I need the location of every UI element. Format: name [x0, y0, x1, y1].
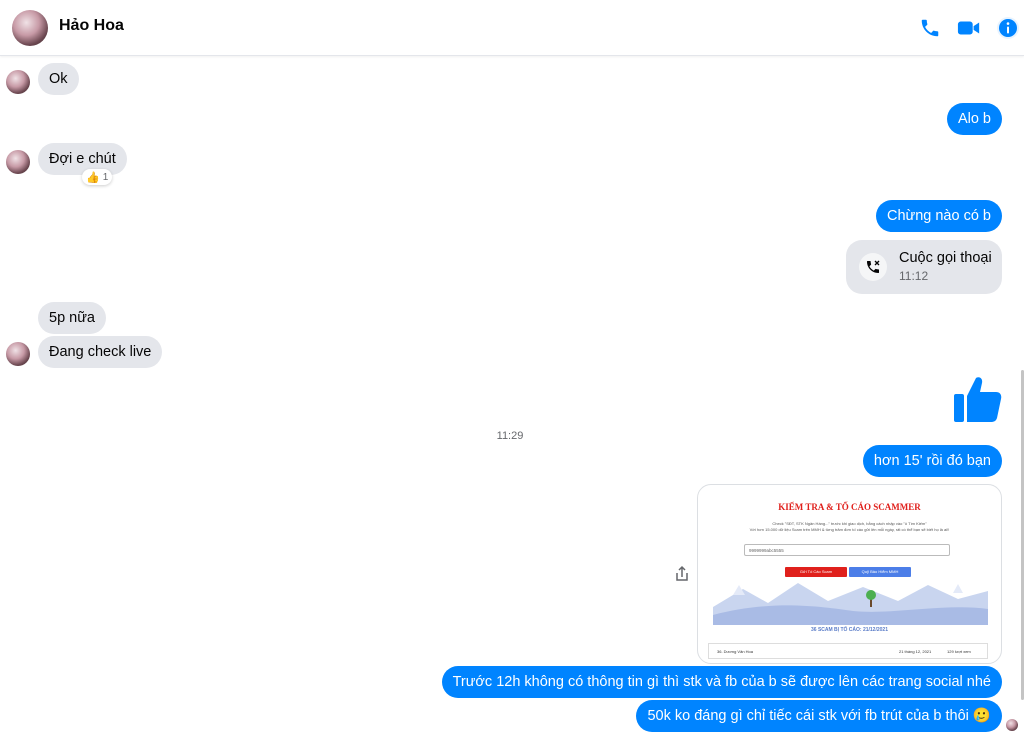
incoming-message[interactable]: Đợi e chút [38, 143, 127, 175]
image-subtitle: Check "SĐT, STK Ngân Hàng..." trước khi … [749, 521, 950, 532]
sender-avatar[interactable] [6, 70, 30, 94]
image-title: KIỂM TRA & TỐ CÁO SCAMMER [778, 502, 921, 512]
share-icon[interactable] [673, 565, 691, 583]
outgoing-message[interactable]: Alo b [946, 103, 1002, 135]
image-scam-count: 36 SCAM BỊ TỐ CÁO: 21/12/2021 [811, 627, 888, 633]
outgoing-message[interactable]: Trước 12h không có thông tin gì thì stk … [441, 666, 1002, 698]
missed-call-icon [859, 253, 887, 281]
call-log-card[interactable]: Cuộc gọi thoại 11:12 [846, 240, 1002, 294]
timestamp-divider: 11:29 [496, 430, 524, 442]
image-search-box: 9999999abc5555 [744, 544, 950, 556]
landscape-illustration [713, 583, 988, 625]
image-list-row: 36. Dương Văn Hoa 21 tháng 12, 2021 129 … [708, 643, 988, 659]
video-icon[interactable] [955, 14, 983, 42]
thumbs-up-icon: 👍 [86, 171, 100, 184]
incoming-message[interactable]: 5p nữa [38, 302, 106, 334]
outgoing-message[interactable]: 50k ko đáng gì chỉ tiếc cái stk với fb t… [636, 700, 1002, 732]
chat-header: Hảo Hoa [0, 0, 1024, 56]
incoming-message[interactable]: Đang check live [38, 336, 163, 368]
read-receipt-avatar [1006, 719, 1018, 731]
reaction-badge[interactable]: 👍 1 [82, 169, 113, 185]
image-report-button: Gửi Tố Cáo Scam [785, 567, 847, 577]
sender-avatar[interactable] [6, 342, 30, 366]
contact-name[interactable]: Hảo Hoa [59, 17, 124, 35]
info-icon[interactable] [994, 14, 1022, 42]
image-attachment[interactable]: KIỂM TRA & TỐ CÁO SCAMMER Check "SĐT, ST… [697, 484, 1002, 664]
sender-avatar[interactable] [6, 150, 30, 174]
reaction-count: 1 [102, 171, 109, 183]
outgoing-message[interactable]: hơn 15' rồi đó bạn [862, 445, 1002, 477]
image-middleman-button: Quỹ Bảo Hiểm MMH [849, 567, 911, 577]
outgoing-message[interactable]: Chừng nào có b [875, 200, 1002, 232]
contact-avatar[interactable] [12, 10, 48, 46]
incoming-message[interactable]: Ok [38, 63, 79, 95]
call-time: 11:12 [899, 269, 929, 283]
call-title: Cuộc gọi thoại [899, 250, 992, 266]
like-sticker-icon[interactable] [952, 374, 1002, 424]
phone-icon[interactable] [916, 14, 944, 42]
